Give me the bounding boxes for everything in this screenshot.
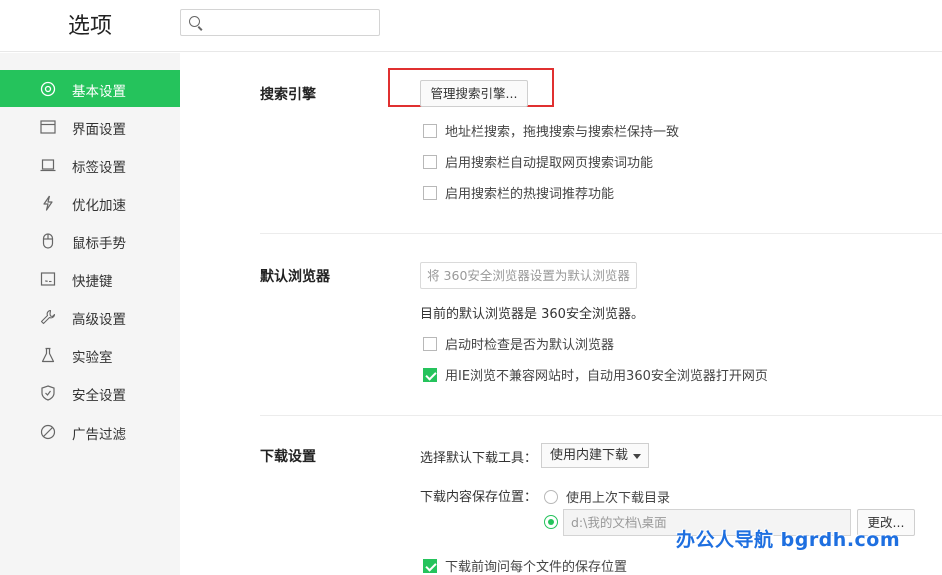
mouse-icon	[42, 233, 54, 249]
sidebar-item-label: 快捷键	[72, 274, 113, 290]
wrench-icon	[40, 309, 56, 325]
keyboard-icon	[40, 272, 56, 286]
block-icon	[40, 424, 56, 440]
page-title: 选项	[68, 14, 113, 39]
radio-button[interactable]	[544, 489, 558, 504]
sidebar-item-lab[interactable]: 实验室	[0, 336, 180, 373]
sidebar-item-advanced[interactable]: 高级设置	[0, 298, 180, 335]
sidebar-item-security[interactable]: 安全设置	[0, 374, 180, 411]
sidebar-item-mouse-gesture[interactable]: 鼠标手势	[0, 222, 180, 259]
sidebar-item-label: 界面设置	[72, 122, 126, 138]
download-tool-select[interactable]: 使用内建下载	[541, 443, 649, 468]
default-browser-status: 目前的默认浏览器是 360安全浏览器。	[420, 307, 644, 322]
checkbox-label: 启用搜索栏自动提取网页搜索词功能	[445, 156, 654, 171]
search-box[interactable]	[180, 9, 380, 36]
gear-icon	[40, 81, 56, 97]
sidebar-item-optimize[interactable]: 优化加速	[0, 184, 180, 221]
checkbox-label: 地址栏搜索，拖拽搜索与搜索栏保持一致	[445, 125, 680, 140]
download-tool-value: 使用内建下载	[550, 448, 629, 463]
checkbox[interactable]	[423, 123, 437, 138]
sidebar-item-label: 实验室	[72, 350, 113, 366]
download-settings-title: 下载设置	[260, 449, 316, 465]
sidebar-item-shortcuts[interactable]: 快捷键	[0, 260, 180, 297]
checkbox-label: 启动时检查是否为默认浏览器	[445, 338, 615, 353]
sidebar-item-label: 基本设置	[72, 84, 126, 100]
sidebar-item-label: 广告过滤	[72, 427, 126, 443]
section-divider	[260, 233, 942, 234]
watermark: 办公人导航 bgrdh.com	[676, 529, 901, 551]
sidebar-item-label: 安全设置	[72, 388, 126, 404]
shield-icon	[41, 385, 55, 401]
check-default-on-startup-checkbox[interactable]: 启动时检查是否为默认浏览器	[423, 334, 614, 353]
sidebar-item-basic-settings[interactable]: 基本设置	[0, 70, 180, 107]
default-browser-title: 默认浏览器	[260, 269, 330, 285]
sidebar-item-label: 优化加速	[72, 198, 126, 214]
checkbox[interactable]	[423, 154, 437, 169]
checkbox-label: 用IE浏览不兼容网站时，自动用360安全浏览器打开网页	[445, 369, 768, 384]
save-location-label: 下载内容保存位置：	[420, 490, 538, 505]
checkbox[interactable]	[423, 336, 437, 351]
checkbox[interactable]	[423, 185, 437, 200]
sidebar-item-label: 标签设置	[72, 160, 126, 176]
radio-button-selected[interactable]	[544, 515, 558, 529]
flask-icon	[41, 347, 55, 363]
auto-extract-search-checkbox[interactable]: 启用搜索栏自动提取网页搜索词功能	[423, 152, 653, 171]
set-default-browser-button[interactable]: 将 360安全浏览器设置为默认浏览器	[420, 262, 637, 289]
lightning-icon	[43, 195, 53, 211]
search-engine-title: 搜索引擎	[260, 87, 316, 103]
checkbox-label: 启用搜索栏的热搜词推荐功能	[445, 187, 615, 202]
sidebar-item-interface-settings[interactable]: 界面设置	[0, 108, 180, 145]
sidebar-item-ad-filter[interactable]: 广告过滤	[0, 413, 180, 450]
address-bar-search-checkbox[interactable]: 地址栏搜索，拖拽搜索与搜索栏保持一致	[423, 121, 679, 140]
tab-icon	[40, 159, 56, 172]
header: 选项	[0, 0, 942, 52]
chevron-down-icon	[633, 454, 641, 459]
checkbox-checked[interactable]	[423, 558, 437, 573]
download-tool-label: 选择默认下载工具：	[420, 451, 538, 466]
use-last-dir-radio[interactable]: 使用上次下载目录	[544, 487, 670, 506]
checkbox-label: 下载前询问每个文件的保存位置	[445, 560, 628, 575]
sidebar: 基本设置 界面设置 标签设置 优化加速 鼠标手势 快捷键 高级设置 实验室 安全…	[0, 53, 180, 575]
sidebar-item-label: 高级设置	[72, 312, 126, 328]
search-input[interactable]	[207, 13, 375, 32]
hot-search-checkbox[interactable]: 启用搜索栏的热搜词推荐功能	[423, 183, 614, 202]
checkbox-checked[interactable]	[423, 367, 437, 382]
ask-save-location-checkbox[interactable]: 下载前询问每个文件的保存位置	[423, 556, 627, 575]
manage-search-engine-button[interactable]: 管理搜索引擎...	[420, 80, 528, 107]
sidebar-item-label: 鼠标手势	[72, 236, 126, 252]
ie-compat-checkbox[interactable]: 用IE浏览不兼容网站时，自动用360安全浏览器打开网页	[423, 365, 768, 384]
section-divider	[260, 415, 942, 416]
radio-label: 使用上次下载目录	[566, 491, 671, 506]
sidebar-item-tab-settings[interactable]: 标签设置	[0, 146, 180, 183]
search-icon	[189, 16, 200, 27]
main-content: 搜索引擎 管理搜索引擎... 地址栏搜索，拖拽搜索与搜索栏保持一致 启用搜索栏自…	[180, 53, 942, 575]
window-icon	[40, 120, 56, 134]
